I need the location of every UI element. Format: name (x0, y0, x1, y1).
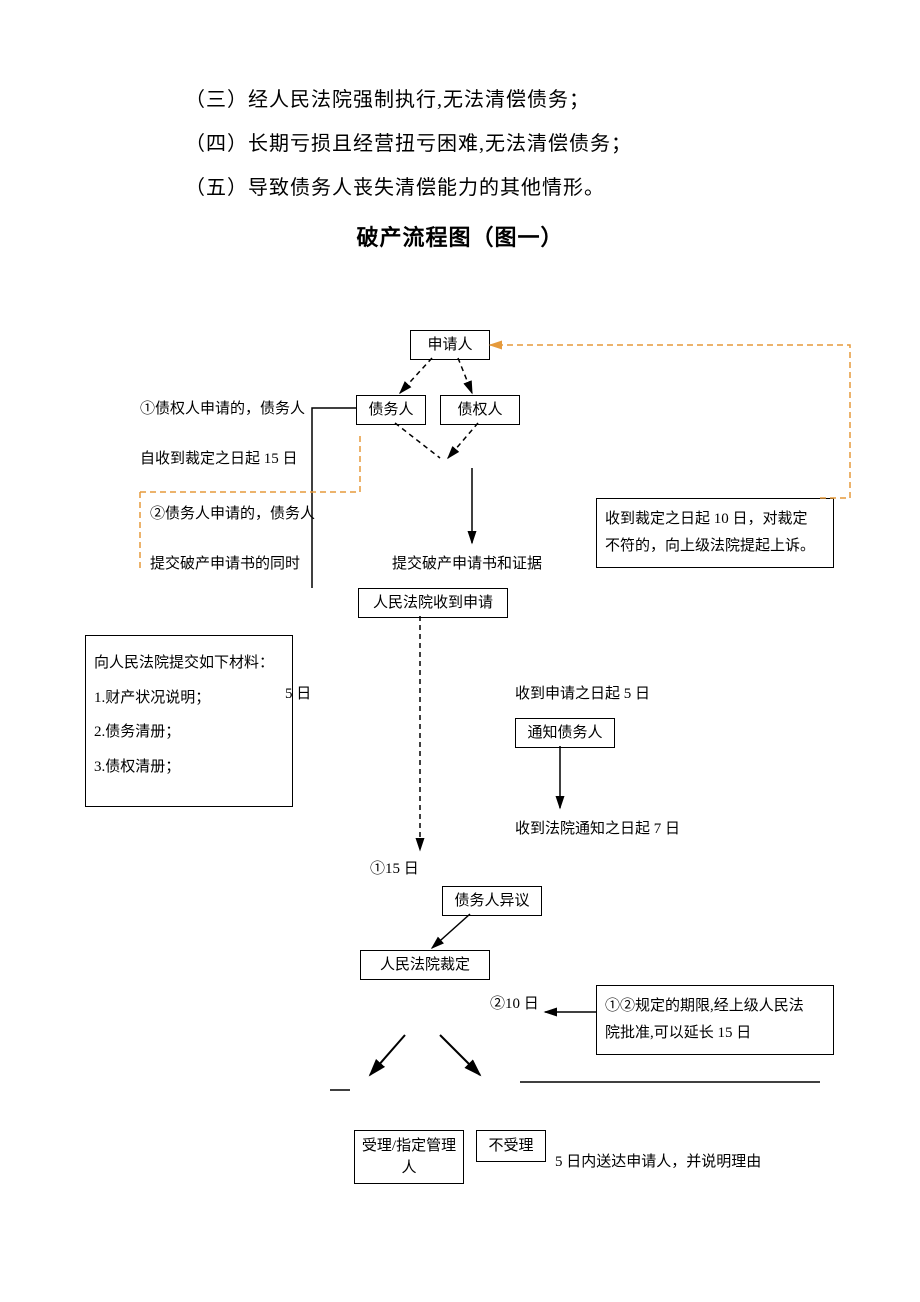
diagram-lines (0, 0, 920, 1302)
flow-diagram: 申请人 债务人 债权人 人民法院收到申请 通知债务人 债务人异议 人民法院裁定 … (0, 0, 920, 1302)
